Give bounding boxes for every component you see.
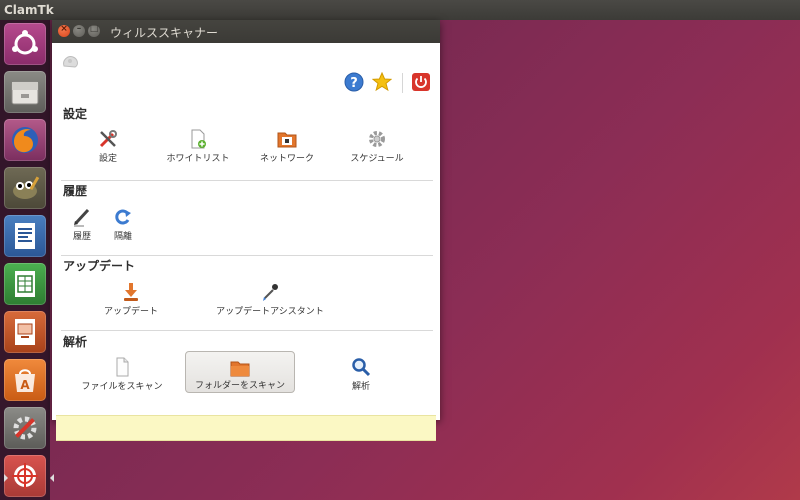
update-section-title: アップデート [63,259,136,273]
clamtk-icon [12,463,38,489]
maximize-window-button[interactable]: □ [88,24,100,37]
ubuntu-dash-icon [12,30,38,55]
quarantine-button[interactable]: 隔離 [108,207,138,242]
analysis-label: 解析 [351,382,370,392]
schedule-label: スケジュール [350,154,404,164]
section-separator [61,330,433,331]
update-assistant-label: アップデートアシスタント [216,307,324,317]
system-settings-button[interactable] [4,407,46,449]
window-titlebar[interactable]: × – □ ウィルススキャナー [52,20,440,43]
update-button[interactable]: アップデート [96,282,166,317]
tools-icon [99,130,117,148]
minimize-window-button[interactable]: – [73,24,85,37]
virus-scanner-window: × – □ ウィルススキャナー ? 設定 設定 ホワイトリスト ネットワーク ス… [52,20,440,441]
update-label: アップデート [103,307,158,317]
settings-label: 設定 [98,154,117,164]
history-section-title: 履歴 [63,184,88,198]
clamtk-button[interactable] [4,455,54,497]
minimize-icon: – [76,24,82,34]
folder-icon [230,361,250,377]
close-icon: × [60,24,68,34]
calc-icon [15,271,35,297]
power-icon[interactable] [411,72,431,92]
files-icon [11,81,39,105]
top-panel: ClamTk [0,0,800,20]
close-window-button[interactable]: × [58,24,70,37]
update-assistant-button[interactable]: アップデートアシスタント [208,282,332,317]
file-icon [116,357,129,377]
help-icon[interactable]: ? [344,72,364,92]
magnifier-icon [352,358,371,377]
download-icon [124,283,138,301]
impress-button[interactable] [4,311,46,353]
pencil-icon [74,208,90,227]
window-content: ? 設定 設定 ホワイトリスト ネットワーク スケジュール 履歴 履歴 隔離 ア… [52,43,440,441]
focused-indicator-icon [50,474,54,482]
firefox-button[interactable] [4,119,46,161]
ubuntu-dash-button[interactable] [4,23,46,65]
scan-folder-label: フォルダーをスキャン [194,381,285,391]
impress-icon [15,319,35,345]
network-folder-icon [277,132,297,148]
settings-section-title: 設定 [63,107,88,121]
gimp-button[interactable] [4,167,46,209]
svg-text:A: A [20,378,30,392]
running-indicator-icon [4,474,8,482]
history-button[interactable]: 履歴 [66,207,98,242]
clamtk-logo-icon [63,56,78,68]
whitelist-button[interactable]: ホワイトリスト [158,129,238,165]
section-separator [61,180,433,181]
quarantine-label: 隔離 [113,232,132,242]
writer-icon [15,223,35,249]
window-title: ウィルススキャナー [110,26,219,40]
calc-button[interactable] [4,263,46,305]
whitelist-icon [191,129,206,149]
files-button[interactable] [4,71,46,113]
status-bar [56,415,436,441]
active-app-name: ClamTk [4,3,54,17]
refresh-icon [115,209,131,225]
software-center-icon: A [15,369,35,392]
firefox-icon [12,127,38,153]
gear-icon [369,131,385,147]
svg-text:?: ? [350,76,358,91]
toolbar-separator [402,73,403,93]
software-center-button[interactable]: A [4,359,46,401]
settings-button[interactable]: 設定 [78,129,138,165]
whitelist-label: ホワイトリスト [166,154,230,164]
schedule-button[interactable]: スケジュール [342,129,412,165]
analysis-section-title: 解析 [63,335,88,349]
scan-folder-button[interactable]: フォルダーをスキャン [185,351,295,393]
analysis-button[interactable]: 解析 [336,357,386,392]
launcher: A [0,20,54,500]
system-settings-icon [13,416,37,440]
scan-file-button[interactable]: ファイルをスキャン [76,357,168,392]
gimp-icon [13,176,40,199]
history-label: 履歴 [72,232,91,242]
star-icon[interactable] [372,72,392,92]
network-label: ネットワーク [259,154,314,164]
maximize-icon: □ [89,24,99,34]
dropper-icon [263,284,278,301]
writer-button[interactable] [4,215,46,257]
section-separator [61,255,433,256]
scan-file-label: ファイルをスキャン [81,382,163,392]
network-button[interactable]: ネットワーク [252,129,322,165]
